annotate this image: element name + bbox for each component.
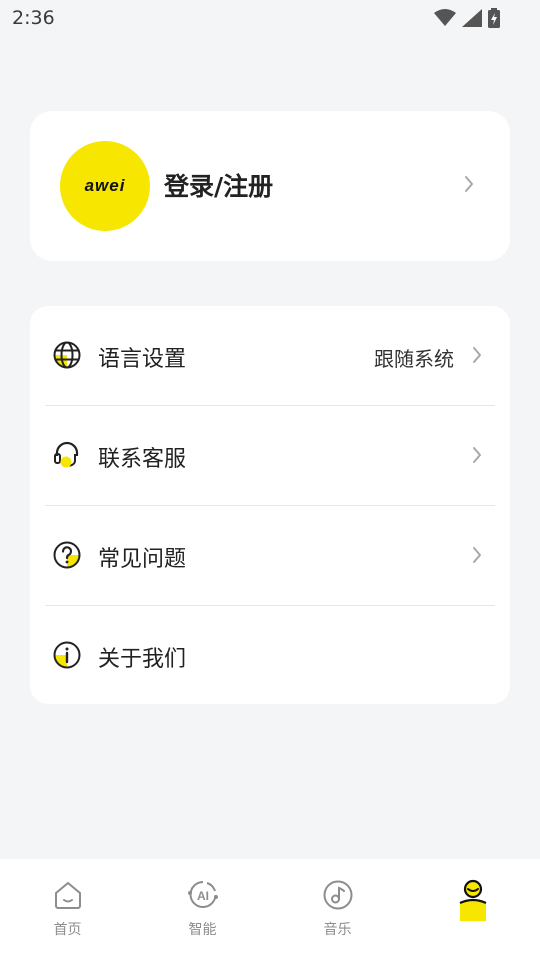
headset-icon <box>54 441 79 468</box>
brand-logo: awei <box>84 176 126 195</box>
status-time: 2:36 <box>12 7 55 29</box>
chevron-right-icon <box>465 176 473 192</box>
menu-item-about-us[interactable]: 关于我们 <box>30 606 510 706</box>
home-icon <box>54 882 81 909</box>
bottom-tab-bar: 首页 AI 智能 音乐 <box>0 859 540 960</box>
chevron-right-icon <box>473 347 481 363</box>
question-icon <box>53 541 81 569</box>
menu-item-customer-service[interactable]: 联系客服 <box>30 406 510 506</box>
chevron-right-icon <box>473 447 481 463</box>
tab-label: 首页 <box>53 922 82 938</box>
info-icon <box>53 641 81 669</box>
language-value: 跟随系统 <box>374 347 454 371</box>
avatar[interactable]: awei <box>60 141 150 231</box>
menu-item-language[interactable]: 语言设置 跟随系统 <box>30 306 510 406</box>
tab-home[interactable]: 首页 <box>0 859 135 960</box>
chevron-right-icon <box>473 547 481 563</box>
tab-label: 音乐 <box>323 922 352 938</box>
tab-profile[interactable] <box>405 859 540 960</box>
svg-text:AI: AI <box>197 889 209 903</box>
signal-icon <box>462 9 482 27</box>
login-card[interactable]: awei 登录/注册 <box>30 111 510 261</box>
wifi-icon <box>434 9 456 26</box>
menu-item-faq[interactable]: 常见问题 <box>30 506 510 606</box>
profile-icon <box>459 879 486 921</box>
menu-item-label: 联系客服 <box>98 447 187 472</box>
login-register-label[interactable]: 登录/注册 <box>164 167 273 203</box>
ai-icon: AI <box>187 881 218 908</box>
globe-icon <box>53 341 81 369</box>
tab-label: 智能 <box>188 922 217 938</box>
menu-item-label: 关于我们 <box>98 647 187 672</box>
tab-smart[interactable]: AI 智能 <box>135 859 270 960</box>
settings-menu: 语言设置 跟随系统 联系客服 常见问题 关于我们 <box>30 306 510 704</box>
menu-item-label: 常见问题 <box>98 547 187 572</box>
battery-icon <box>488 8 500 28</box>
tab-music[interactable]: 音乐 <box>270 859 405 960</box>
status-bar: 2:36 <box>0 0 540 36</box>
menu-item-label: 语言设置 <box>98 347 187 372</box>
status-icons <box>434 8 500 28</box>
music-icon <box>323 880 352 910</box>
